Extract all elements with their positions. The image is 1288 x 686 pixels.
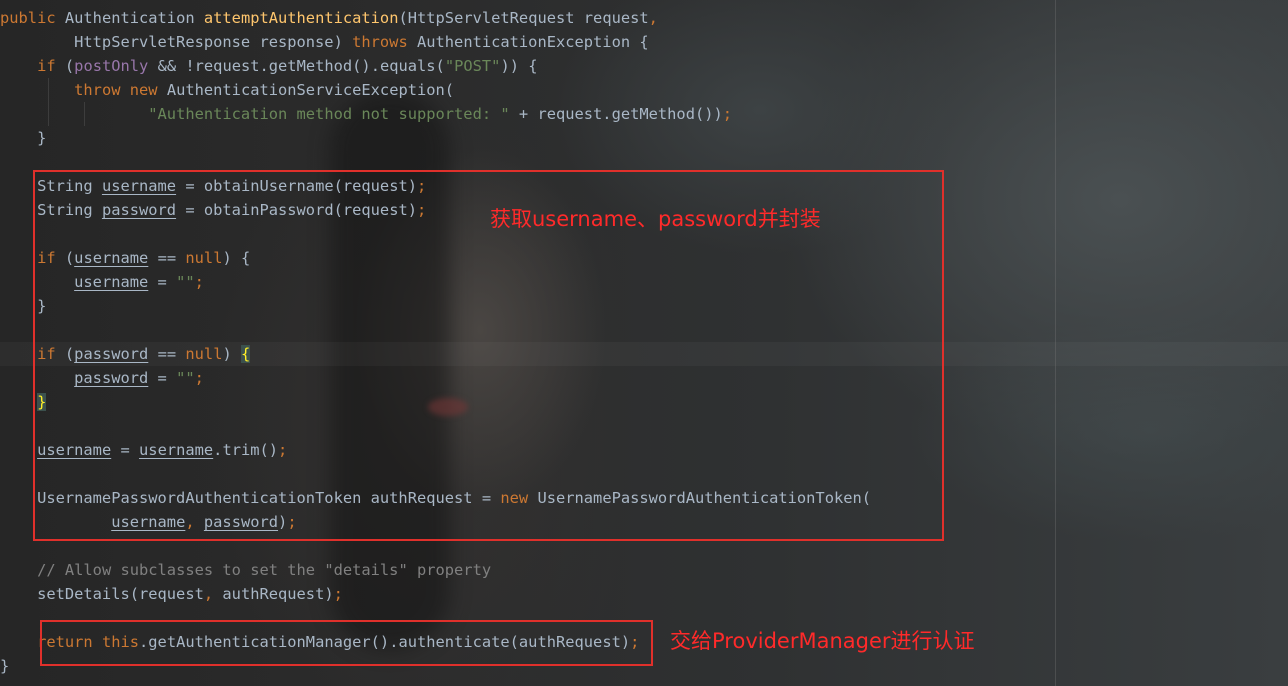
code-line[interactable]: } xyxy=(0,126,871,150)
annotation-credentials: 获取username、password并封装 xyxy=(490,207,821,231)
code-token: postOnly xyxy=(74,57,149,75)
code-token: "Authentication method not supported: " xyxy=(148,105,510,123)
right-margin-guide xyxy=(1055,0,1056,686)
code-token: ; xyxy=(333,585,343,603)
code-token: (HttpServletRequest request xyxy=(398,9,649,27)
code-token: AuthenticationException { xyxy=(416,33,649,51)
code-token: HttpServletResponse response) xyxy=(0,33,353,51)
code-line[interactable]: throw new AuthenticationServiceException… xyxy=(0,78,871,102)
code-token: attemptAuthentication xyxy=(203,9,399,27)
code-line[interactable]: HttpServletResponse response) throws Aut… xyxy=(0,30,871,54)
annotation-authenticate: 交给ProviderManager进行认证 xyxy=(670,629,975,653)
code-token: )) { xyxy=(500,57,538,75)
code-token: } xyxy=(0,657,10,675)
code-token: + request.getMethod()) xyxy=(509,105,723,123)
code-line[interactable]: // Allow subclasses to set the "details"… xyxy=(0,558,871,582)
code-token: authRequest) xyxy=(222,585,334,603)
code-token: "POST" xyxy=(444,57,501,75)
code-line[interactable]: setDetails(request, authRequest); xyxy=(0,582,871,606)
code-token: AuthenticationServiceException( xyxy=(166,81,455,99)
code-token: public xyxy=(0,9,65,27)
code-line[interactable]: if (postOnly && !request.getMethod().equ… xyxy=(0,54,871,78)
code-token: , xyxy=(648,9,658,27)
code-line[interactable]: public Authentication attemptAuthenticat… xyxy=(0,6,871,30)
code-token: Authentication xyxy=(64,9,204,27)
highlight-box-authenticate xyxy=(40,620,653,666)
code-line[interactable]: "Authentication method not supported: " … xyxy=(0,102,871,126)
code-token: ; xyxy=(722,105,733,123)
code-token: throws xyxy=(352,33,417,51)
code-token: throw new xyxy=(74,81,167,99)
code-token: // Allow subclasses to set the "details"… xyxy=(37,561,492,579)
code-token: , xyxy=(203,585,223,603)
code-token: && !request.getMethod().equals( xyxy=(148,57,445,75)
code-token: } xyxy=(0,129,47,147)
code-token: ( xyxy=(64,57,75,75)
code-token: if xyxy=(37,57,65,75)
code-token: setDetails(request xyxy=(0,585,204,603)
